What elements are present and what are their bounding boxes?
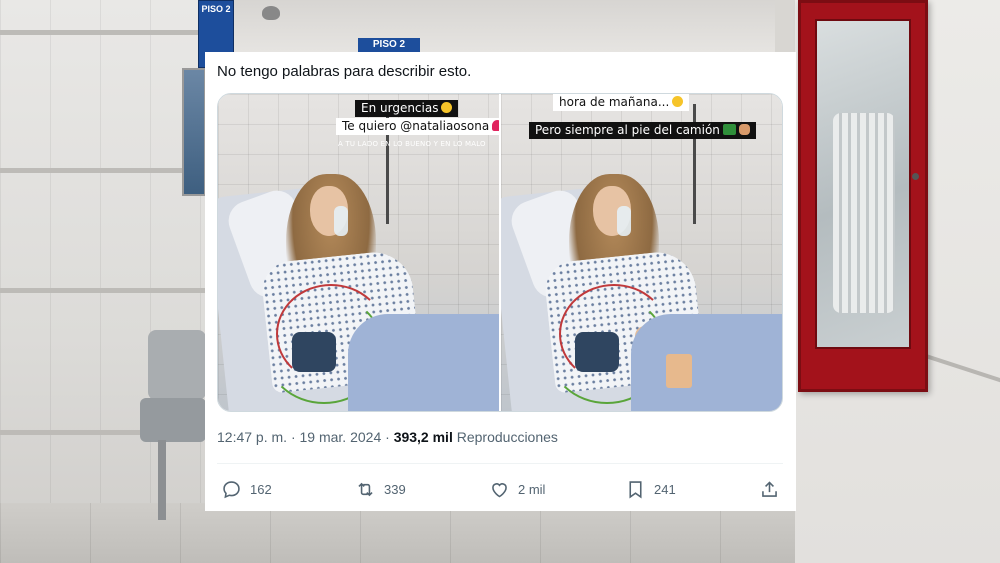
tweet-card[interactable]: No tengo palabras para describir esto. E…	[205, 52, 796, 511]
story-caption: hora de mañana...	[553, 94, 690, 111]
floor-sign-label: PISO 2	[201, 4, 231, 14]
tweet-date[interactable]: 19 mar. 2024	[300, 429, 382, 445]
caption-text: Pero siempre al pie	[535, 123, 650, 137]
tweet-actions-bar: 162 339 2 mil 241	[221, 476, 781, 502]
bookmark-icon	[629, 480, 642, 498]
muscle-emoji-icon	[738, 124, 750, 135]
tweet-text: No tengo palabras para describir esto.	[217, 63, 472, 80]
sad-face-emoji-icon	[441, 102, 453, 113]
tweet-meta: 12:47 p. m. · 19 mar. 2024 · 393,2 mil R…	[217, 429, 558, 445]
media-photo-right[interactable]: hora de mañana... Pero siempre al pie de…	[501, 94, 782, 411]
repost-icon	[358, 482, 373, 496]
story-caption: Pero siempre al pie del camión	[529, 122, 756, 388]
caption-text: En urgencias	[361, 101, 439, 115]
heart-emoji-icon	[492, 120, 499, 131]
wall-seam	[917, 351, 1000, 393]
divider	[217, 463, 783, 464]
reply-count: 162	[250, 481, 272, 497]
wall-band	[0, 288, 205, 293]
cabinet-handle	[912, 173, 919, 180]
fire-hose	[833, 113, 895, 313]
bench-seat	[140, 398, 206, 442]
oxygen-mask	[617, 206, 631, 236]
bookmark-count: 241	[654, 481, 676, 497]
blood-pressure-cuff	[292, 332, 336, 372]
ceiling	[205, 0, 775, 52]
story-caption-small: A TU LADO EN LO BUENO Y EN LO MALO	[338, 140, 486, 148]
reply-icon	[223, 480, 240, 498]
bench-back	[148, 330, 206, 400]
repost-button[interactable]: 339	[355, 476, 406, 502]
story-caption: Te quiero @nataliaosona	[336, 118, 499, 135]
oxygen-mask	[334, 206, 348, 236]
fire-hose-cabinet	[798, 0, 928, 392]
story-caption: En urgencias	[355, 100, 459, 117]
blanket	[631, 314, 782, 411]
floor-sign-label: PISO 2	[372, 39, 406, 50]
like-button[interactable]: 2 mil	[489, 476, 545, 502]
bookmark-button[interactable]: 241	[625, 476, 676, 502]
media-photo-left[interactable]: En urgencias Te quiero @nataliaosona A T…	[218, 94, 499, 411]
share-button[interactable]	[759, 476, 788, 502]
truck-emoji-icon	[722, 124, 736, 135]
tweet-media[interactable]: En urgencias Te quiero @nataliaosona A T…	[217, 93, 783, 412]
thumbs-up-emoji-icon	[666, 354, 692, 388]
wall-band	[0, 168, 205, 173]
share-icon	[762, 480, 777, 497]
waiting-bench	[140, 330, 210, 530]
bench-leg	[158, 440, 166, 520]
security-camera-icon	[262, 6, 280, 20]
meta-separator: ·	[385, 429, 394, 445]
heart-icon	[492, 482, 507, 497]
floor-sign-ceiling: PISO 2	[358, 38, 420, 52]
blanket	[348, 314, 499, 411]
like-count: 2 mil	[518, 481, 546, 497]
blood-pressure-cuff	[575, 332, 619, 372]
caption-text: hora de mañana...	[559, 95, 670, 109]
repost-count: 339	[384, 481, 406, 497]
sweat-face-emoji-icon	[672, 96, 684, 107]
tweet-time[interactable]: 12:47 p. m.	[217, 429, 287, 445]
reply-button[interactable]: 162	[221, 476, 272, 502]
wall-poster	[182, 68, 206, 196]
caption-text: Te quiero @nataliaosona	[342, 119, 490, 133]
views-label: Reproducciones	[456, 429, 558, 445]
view-count: 393,2 mil	[393, 429, 453, 445]
caption-text: del camión	[653, 123, 720, 137]
meta-separator: ·	[290, 429, 300, 445]
wall-band	[0, 30, 205, 35]
